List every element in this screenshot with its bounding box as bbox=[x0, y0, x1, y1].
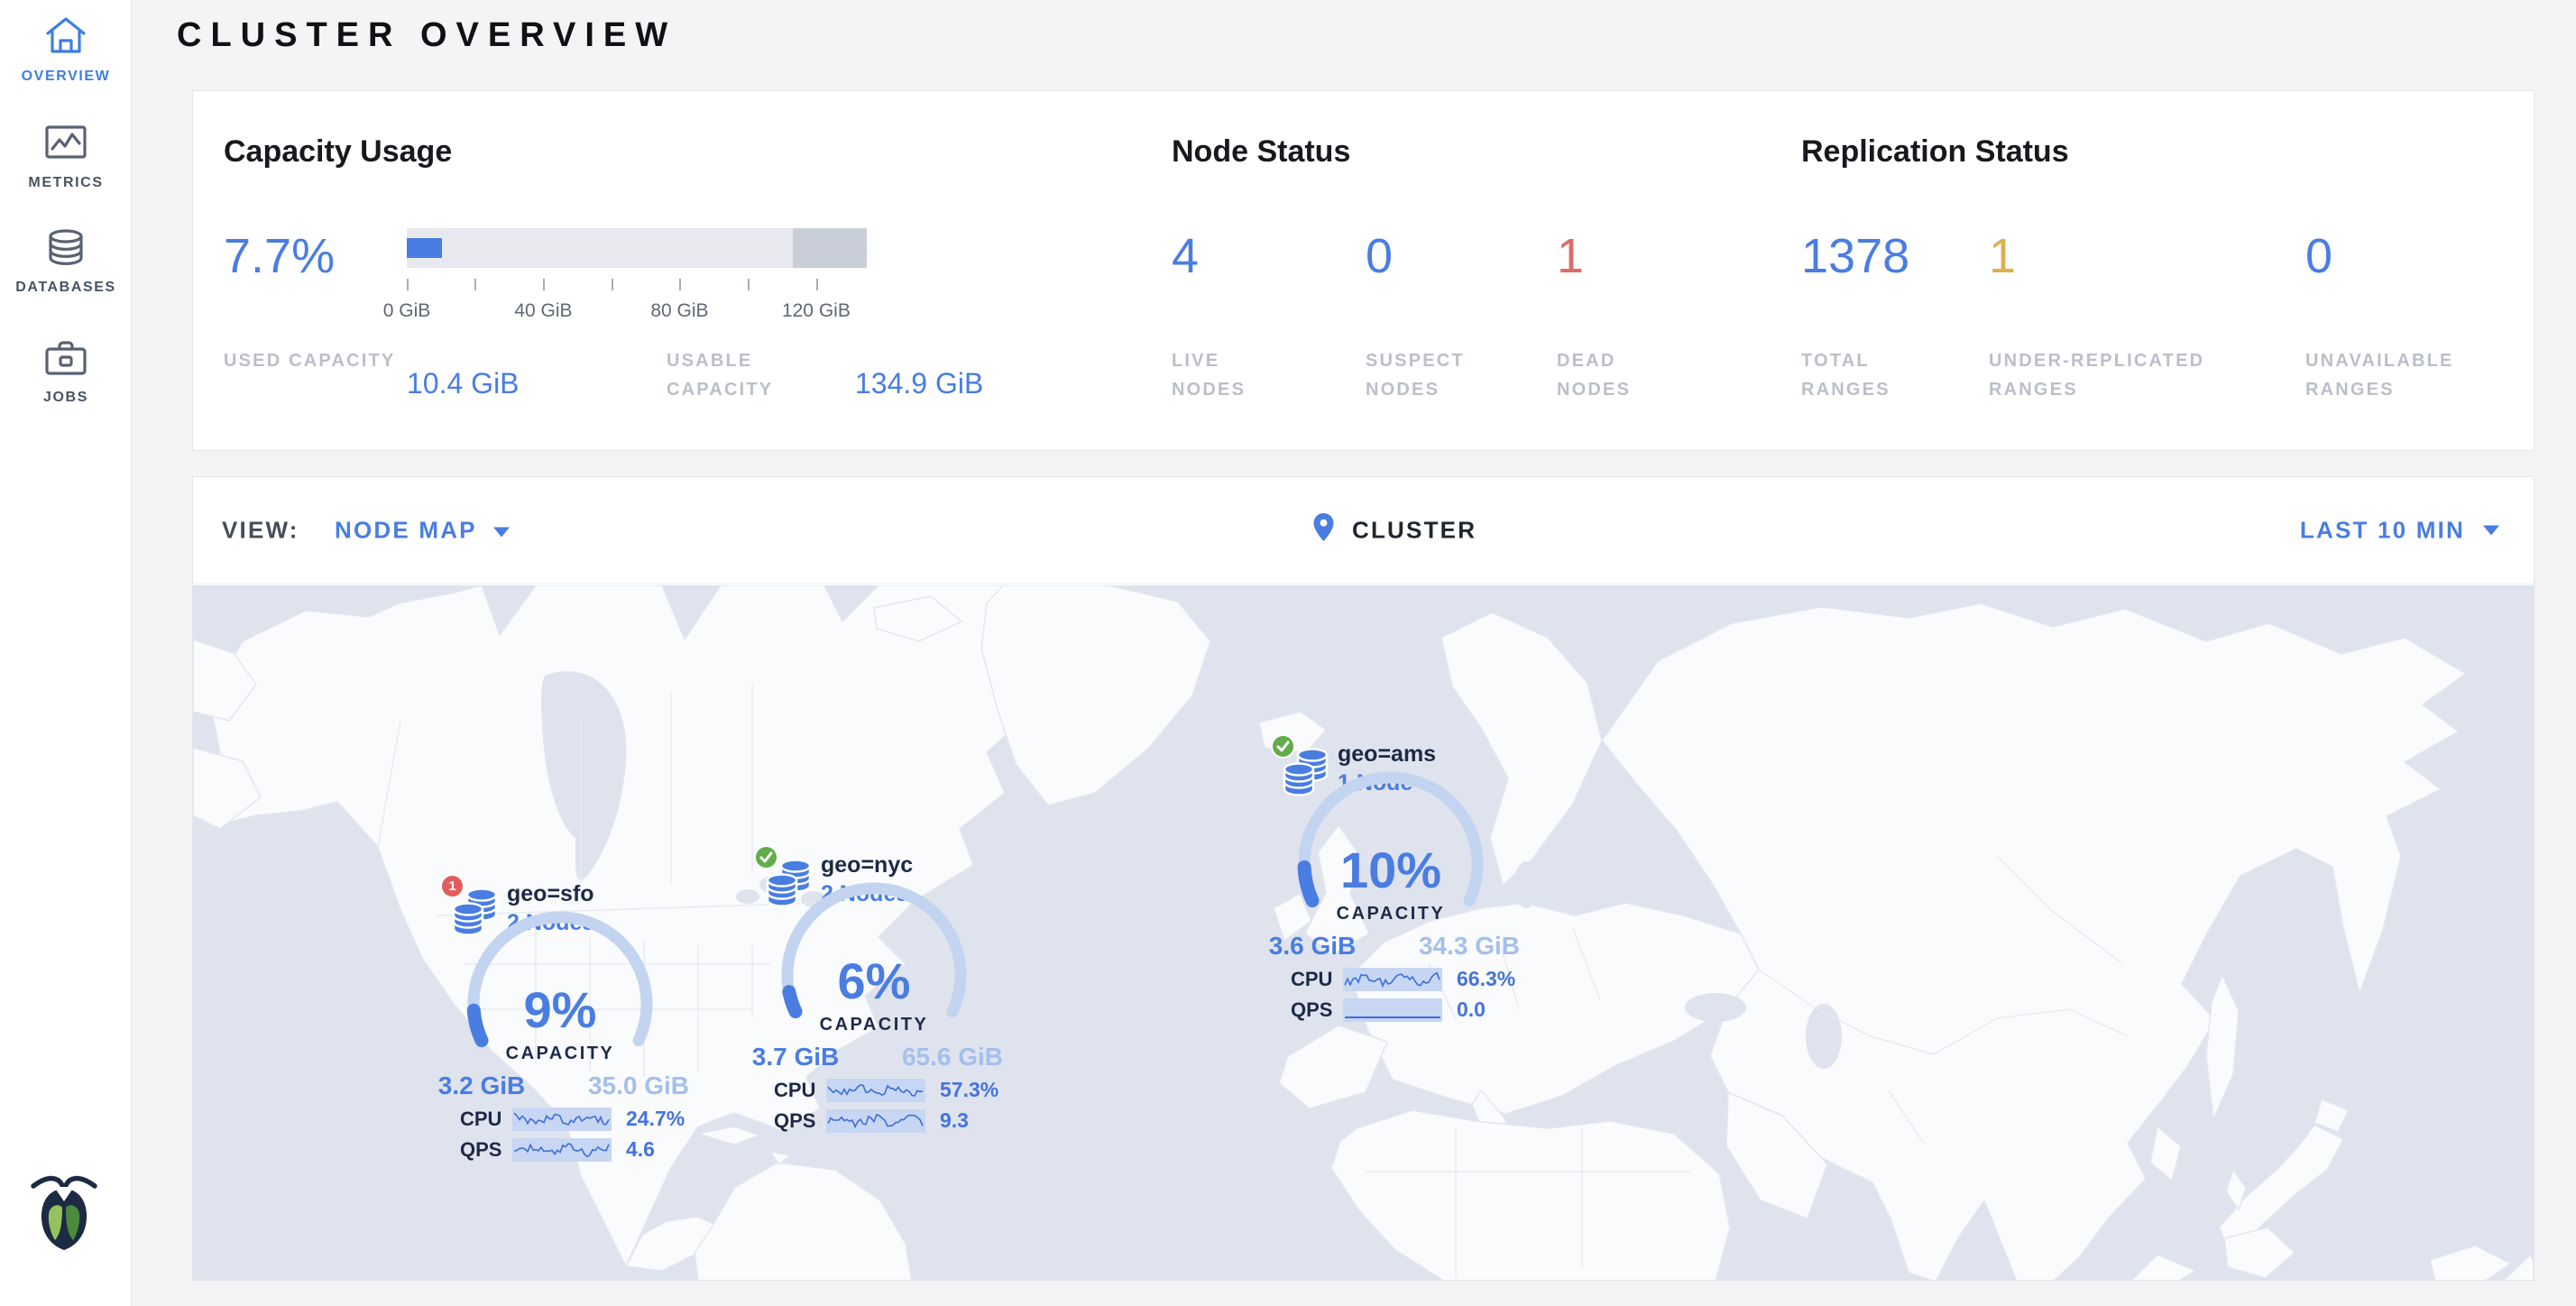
location-pin-icon bbox=[1312, 512, 1335, 548]
svg-text:CAPACITY: CAPACITY bbox=[506, 1044, 615, 1063]
capacity-axis-tick bbox=[748, 279, 750, 290]
svg-text:65.6 GiB: 65.6 GiB bbox=[902, 1043, 1003, 1071]
capacity-bar: 0 GiB40 GiB80 GiB120 GiB bbox=[407, 228, 867, 326]
svg-text:CAPACITY: CAPACITY bbox=[820, 1015, 929, 1035]
total-ranges-label: TOTAL RANGES bbox=[1801, 346, 1937, 404]
jobs-icon bbox=[44, 337, 87, 377]
qps-label: QPS bbox=[460, 1138, 512, 1162]
capacity-bar-used bbox=[407, 238, 442, 258]
live-nodes-label: LIVE NODES bbox=[1172, 346, 1298, 404]
dead-node-badge: 1 bbox=[440, 874, 465, 898]
view-label: VIEW: bbox=[222, 517, 299, 545]
capacity-bar-track bbox=[407, 228, 867, 268]
sidebar-item-metrics[interactable]: METRICS bbox=[0, 123, 132, 191]
live-nodes-value: 4 bbox=[1172, 228, 1199, 284]
cockroachdb-logo bbox=[27, 1171, 101, 1252]
svg-text:3.6 GiB: 3.6 GiB bbox=[1269, 932, 1356, 960]
under-replicated-ranges-value: 1 bbox=[1989, 228, 2016, 284]
usable-capacity-value: 134.9 GiB bbox=[855, 367, 983, 400]
replication-heading: Replication Status bbox=[1801, 134, 2069, 170]
capacity-axis-label: 80 GiB bbox=[650, 300, 708, 322]
time-range-dropdown[interactable]: LAST 10 MIN bbox=[2300, 517, 2465, 545]
svg-text:10%: 10% bbox=[1340, 842, 1441, 898]
cpu-value: 57.3% bbox=[940, 1078, 998, 1102]
cpu-label: CPU bbox=[1291, 968, 1343, 991]
sidebar-item-label: OVERVIEW bbox=[0, 69, 132, 85]
sidebar-item-label: METRICS bbox=[0, 175, 132, 191]
sidebar-item-databases[interactable]: DATABASES bbox=[0, 229, 132, 296]
dead-nodes-value: 1 bbox=[1557, 228, 1584, 284]
cpu-value: 66.3% bbox=[1457, 967, 1515, 991]
capacity-axis-tick bbox=[816, 279, 818, 290]
healthy-badge bbox=[1271, 734, 1295, 759]
unavailable-ranges-label: UNAVAILABLE RANGES bbox=[2305, 346, 2522, 404]
capacity-axis-label: 40 GiB bbox=[514, 300, 572, 322]
qps-sparkline bbox=[1343, 998, 1442, 1022]
qps-value: 9.3 bbox=[940, 1108, 969, 1133]
capacity-axis-tick bbox=[543, 279, 545, 290]
svg-text:35.0 GiB: 35.0 GiB bbox=[588, 1071, 689, 1099]
under-replicated-ranges-label: UNDER-REPLICATED RANGES bbox=[1989, 346, 2286, 404]
healthy-badge bbox=[754, 845, 778, 869]
capacity-gauge: 10% CAPACITY 3.6 GiB 34.3 GiB bbox=[1265, 756, 1526, 965]
node-status-heading: Node Status bbox=[1172, 134, 1350, 170]
capacity-axis-tick bbox=[679, 279, 681, 290]
capacity-axis-label: 120 GiB bbox=[782, 300, 851, 322]
svg-text:CAPACITY: CAPACITY bbox=[1337, 904, 1446, 924]
capacity-bar-reserved bbox=[793, 228, 867, 268]
chevron-down-icon bbox=[2483, 526, 2499, 536]
sidebar-item-label: JOBS bbox=[0, 390, 132, 406]
cpu-value: 24.7% bbox=[626, 1107, 685, 1131]
sidebar-item-jobs[interactable]: JOBS bbox=[0, 337, 132, 406]
unavailable-ranges-value: 0 bbox=[2305, 228, 2332, 284]
qps-label: QPS bbox=[774, 1109, 826, 1133]
sidebar: OVERVIEW METRICS DATABASES JOBS bbox=[0, 0, 132, 1306]
qps-value: 4.6 bbox=[626, 1137, 655, 1162]
view-dropdown[interactable]: NODE MAP bbox=[335, 517, 510, 545]
sidebar-item-overview[interactable]: OVERVIEW bbox=[0, 14, 132, 85]
capacity-axis-label: 0 GiB bbox=[383, 300, 431, 322]
chevron-down-icon bbox=[493, 527, 510, 537]
cpu-sparkline bbox=[1343, 968, 1442, 991]
capacity-heading: Capacity Usage bbox=[224, 134, 452, 170]
capacity-bar-axis: 0 GiB40 GiB80 GiB120 GiB bbox=[407, 279, 867, 326]
qps-label: QPS bbox=[1291, 998, 1343, 1022]
home-icon bbox=[43, 14, 88, 56]
svg-text:9%: 9% bbox=[524, 981, 597, 1038]
capacity-gauge: 6% CAPACITY 3.7 GiB 65.6 GiB bbox=[748, 867, 1009, 1076]
svg-text:3.7 GiB: 3.7 GiB bbox=[752, 1043, 839, 1071]
svg-text:34.3 GiB: 34.3 GiB bbox=[1419, 932, 1520, 960]
capacity-gauge: 9% CAPACITY 3.2 GiB 35.0 GiB bbox=[434, 896, 695, 1105]
total-ranges-value: 1378 bbox=[1801, 228, 1909, 284]
cpu-sparkline bbox=[826, 1079, 925, 1102]
qps-sparkline bbox=[512, 1138, 612, 1162]
suspect-nodes-label: SUSPECT NODES bbox=[1366, 346, 1510, 404]
node-map-panel: VIEW: NODE MAP CLUSTER LAST 10 MIN bbox=[192, 476, 2535, 1281]
suspect-nodes-value: 0 bbox=[1366, 228, 1393, 284]
capacity-axis-tick bbox=[407, 279, 409, 290]
capacity-used-percent: 7.7% bbox=[224, 228, 335, 284]
world-map-container: 1 geo=sfo 2 Nodes 9% CAPACITY 3.2 GiB 35… bbox=[193, 585, 2534, 1280]
sidebar-item-label: DATABASES bbox=[0, 280, 132, 296]
capacity-axis-tick bbox=[612, 279, 613, 290]
usable-capacity-label: USABLE CAPACITY bbox=[667, 346, 842, 404]
metrics-icon bbox=[44, 123, 87, 162]
capacity-axis-tick bbox=[474, 279, 476, 290]
used-capacity-value: 10.4 GiB bbox=[407, 367, 520, 400]
dead-nodes-label: DEAD NODES bbox=[1557, 346, 1683, 404]
page-title: CLUSTER OVERVIEW bbox=[177, 16, 676, 55]
breadcrumb-cluster[interactable]: CLUSTER bbox=[1352, 517, 1477, 545]
cpu-label: CPU bbox=[774, 1079, 826, 1102]
view-dropdown-value: NODE MAP bbox=[335, 517, 477, 544]
cpu-sparkline bbox=[512, 1108, 612, 1131]
qps-value: 0.0 bbox=[1457, 998, 1486, 1022]
cluster-summary-card: Capacity Usage Node Status Replication S… bbox=[192, 90, 2535, 451]
svg-text:3.2 GiB: 3.2 GiB bbox=[438, 1071, 525, 1099]
qps-sparkline bbox=[826, 1109, 925, 1133]
map-toolbar: VIEW: NODE MAP CLUSTER LAST 10 MIN bbox=[193, 477, 2534, 584]
svg-text:6%: 6% bbox=[838, 952, 911, 1009]
databases-icon bbox=[45, 229, 87, 267]
cpu-label: CPU bbox=[460, 1108, 512, 1131]
used-capacity-label: USED CAPACITY bbox=[224, 346, 400, 375]
